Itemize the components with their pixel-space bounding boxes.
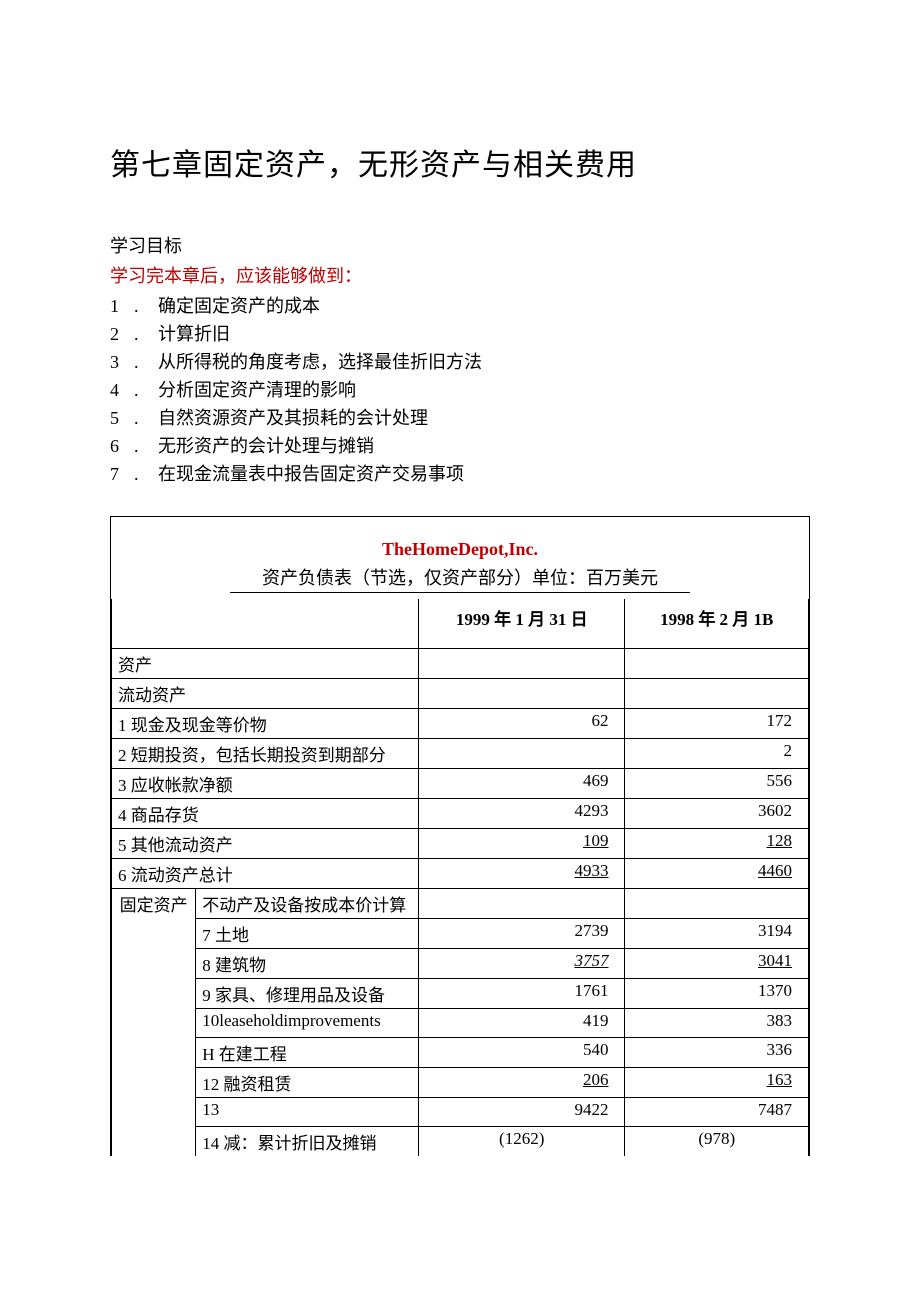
row-total-current: 6 流动资产总计 4933 4460 xyxy=(112,859,809,889)
row-subtotal: 13 9422 7487 xyxy=(112,1098,809,1127)
row-other-current: 5 其他流动资产 109 128 xyxy=(112,829,809,859)
row-furniture: 9 家具、修理用品及设备 1761 1370 xyxy=(112,979,809,1009)
row-construction: H 在建工程 540 336 xyxy=(112,1038,809,1068)
objective-item: 5.自然资源资产及其损耗的会计处理 xyxy=(110,404,810,432)
row-leasehold: 10leaseholdimprovements 419 383 xyxy=(112,1009,809,1038)
learning-objectives: 学习目标 学习完本章后，应该能够做到： 1.确定固定资产的成本2.计算折旧3.从… xyxy=(110,232,810,488)
row-inventory: 4 商品存货 4293 3602 xyxy=(112,799,809,829)
objective-item: 6.无形资产的会计处理与摊销 xyxy=(110,432,810,460)
row-receivables: 3 应收帐款净额 469 556 xyxy=(112,769,809,799)
row-current-assets: 流动资产 xyxy=(112,679,809,709)
balance-table: 1999 年 1 月 31 日 1998 年 2 月 1B 资产 流动资产 1 … xyxy=(111,599,809,1156)
row-less-depreciation: 14 减：累计折旧及摊销 (1262) (978) xyxy=(112,1127,809,1157)
row-buildings: 8 建筑物 3757 3041 xyxy=(112,949,809,979)
objective-item: 2.计算折旧 xyxy=(110,320,810,348)
row-finance-lease: 12 融资租赁 206 163 xyxy=(112,1068,809,1098)
row-assets: 资产 xyxy=(112,649,809,679)
objective-item: 3.从所得税的角度考虑，选择最佳折旧方法 xyxy=(110,348,810,376)
sheet-subtitle: 资产负债表（节选，仅资产部分）单位：百万美元 xyxy=(230,564,690,593)
table-header-row: 1999 年 1 月 31 日 1998 年 2 月 1B xyxy=(112,599,809,649)
company-name: TheHomeDepot,Inc. xyxy=(121,539,799,560)
col-header-1998: 1998 年 2 月 1B xyxy=(625,599,809,649)
row-fixed-head: 固定资产 不动产及设备按成本价计算 xyxy=(112,889,809,919)
row-cash: 1 现金及现金等价物 62 172 xyxy=(112,709,809,739)
row-short-invest: 2 短期投资，包括长期投资到期部分 2 xyxy=(112,739,809,769)
col-header-1999: 1999 年 1 月 31 日 xyxy=(418,599,625,649)
objective-item: 4.分析固定资产清理的影响 xyxy=(110,376,810,404)
objectives-intro: 学习完本章后，应该能够做到： xyxy=(110,262,810,288)
row-land: 7 土地 2739 3194 xyxy=(112,919,809,949)
balance-sheet: TheHomeDepot,Inc. 资产负债表（节选，仅资产部分）单位：百万美元… xyxy=(110,516,810,1156)
objectives-heading: 学习目标 xyxy=(110,232,810,258)
objective-item: 7.在现金流量表中报告固定资产交易事项 xyxy=(110,460,810,488)
chapter-title: 第七章固定资产，无形资产与相关费用 xyxy=(110,140,810,184)
objective-item: 1.确定固定资产的成本 xyxy=(110,292,810,320)
